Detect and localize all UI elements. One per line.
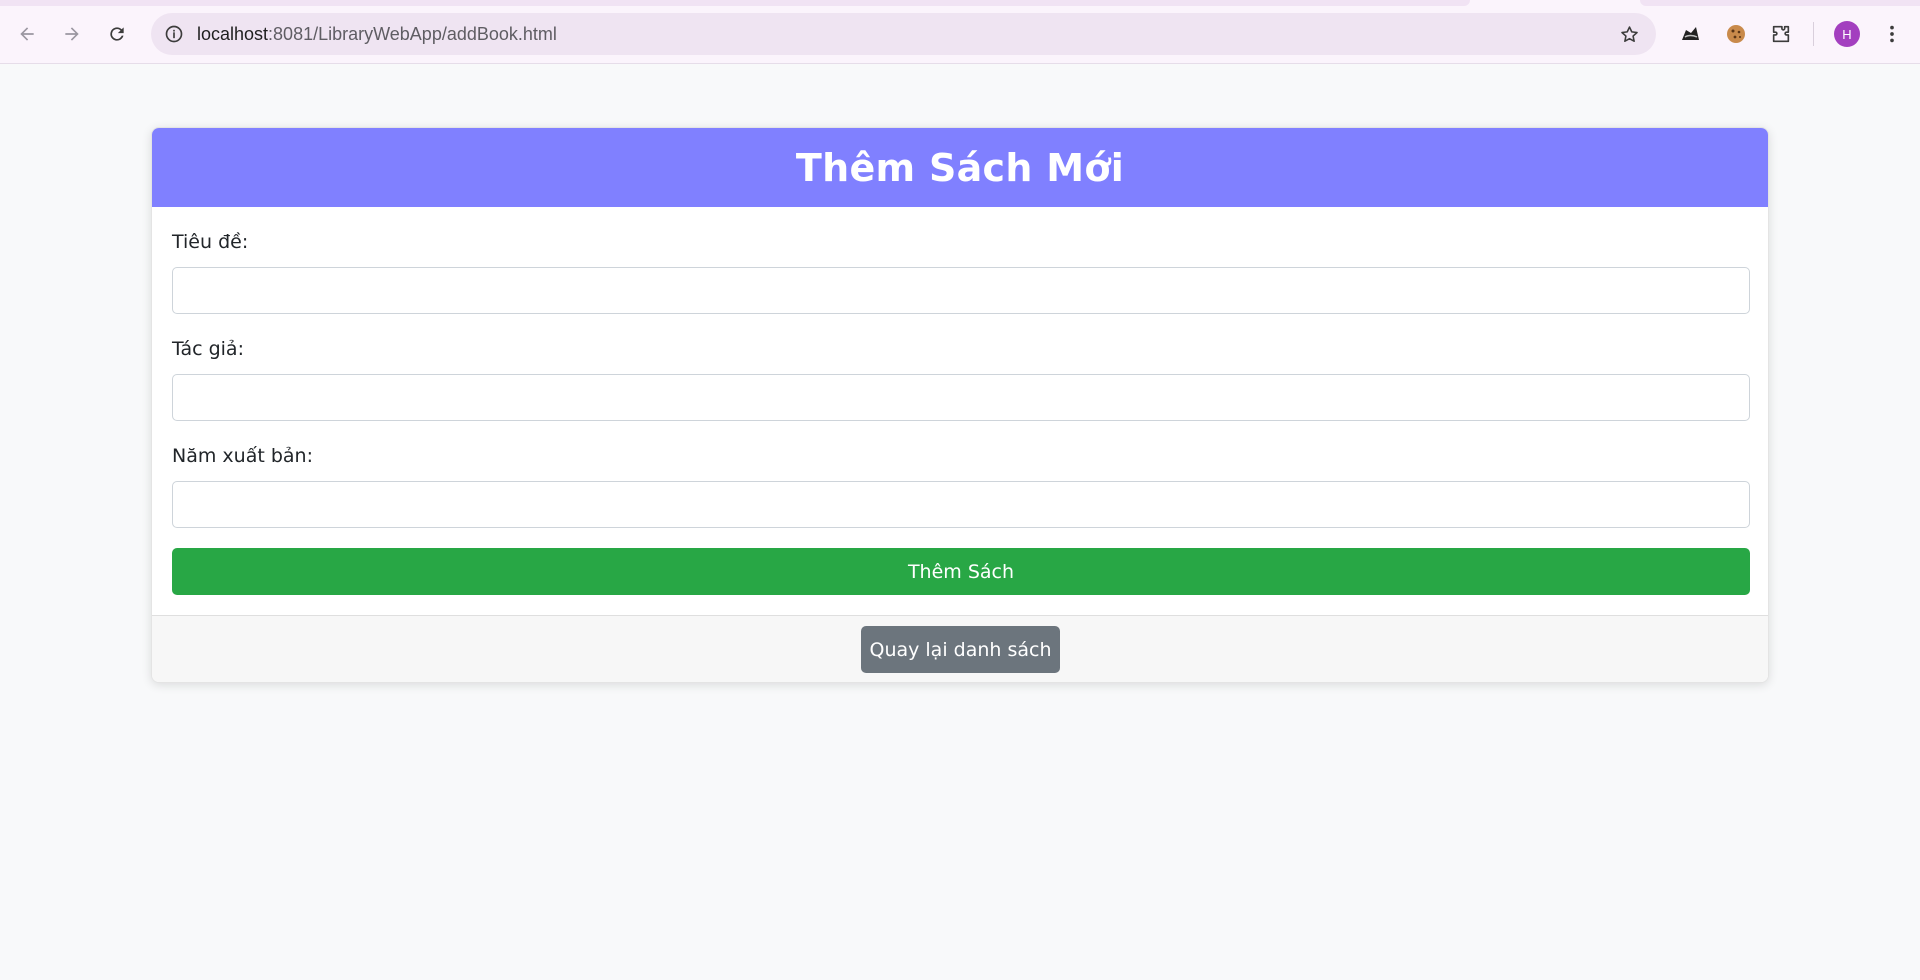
card-footer: Quay lại danh sách [152,615,1768,682]
url-text: localhost:8081/LibraryWebApp/addBook.htm… [197,24,557,45]
reload-button[interactable] [100,17,134,51]
back-to-list-button[interactable]: Quay lại danh sách [861,626,1060,673]
back-icon [20,27,34,41]
card-header: Thêm Sách Mới [152,128,1768,207]
menu-dots-icon[interactable] [1880,17,1904,51]
site-info-icon[interactable] [163,23,185,45]
forward-button[interactable] [55,17,89,51]
extensions-puzzle-icon[interactable] [1764,17,1798,51]
browser-toolbar: localhost:8081/LibraryWebApp/addBook.htm… [0,0,1920,64]
back-button[interactable] [10,17,44,51]
profile-avatar[interactable]: H [1834,21,1860,47]
cookie-extension-icon[interactable] [1719,17,1753,51]
bookmark-star-icon[interactable] [1618,23,1640,45]
author-label: Tác giả: [172,338,244,360]
url-path: :8081/LibraryWebApp/addBook.html [268,24,557,44]
year-label: Năm xuất bản: [172,445,313,467]
tab-strip [0,0,1920,6]
tab-strip-left [0,0,1470,6]
year-input[interactable] [172,481,1750,528]
toolbar-divider [1813,22,1814,46]
author-input[interactable] [172,374,1750,421]
reload-icon [110,27,124,41]
forward-icon [65,27,79,41]
extension-hat-icon[interactable] [1674,17,1708,51]
add-book-button[interactable]: Thêm Sách [172,548,1750,595]
title-input[interactable] [172,267,1750,314]
tab-strip-right [1640,0,1920,6]
title-label: Tiêu đề: [172,231,249,253]
address-bar[interactable]: localhost:8081/LibraryWebApp/addBook.htm… [151,13,1656,55]
url-host: localhost [197,24,269,44]
page-title: Thêm Sách Mới [795,145,1125,190]
add-book-card: Thêm Sách Mới Tiêu đề: Tác giả: Năm xuất… [151,127,1769,683]
